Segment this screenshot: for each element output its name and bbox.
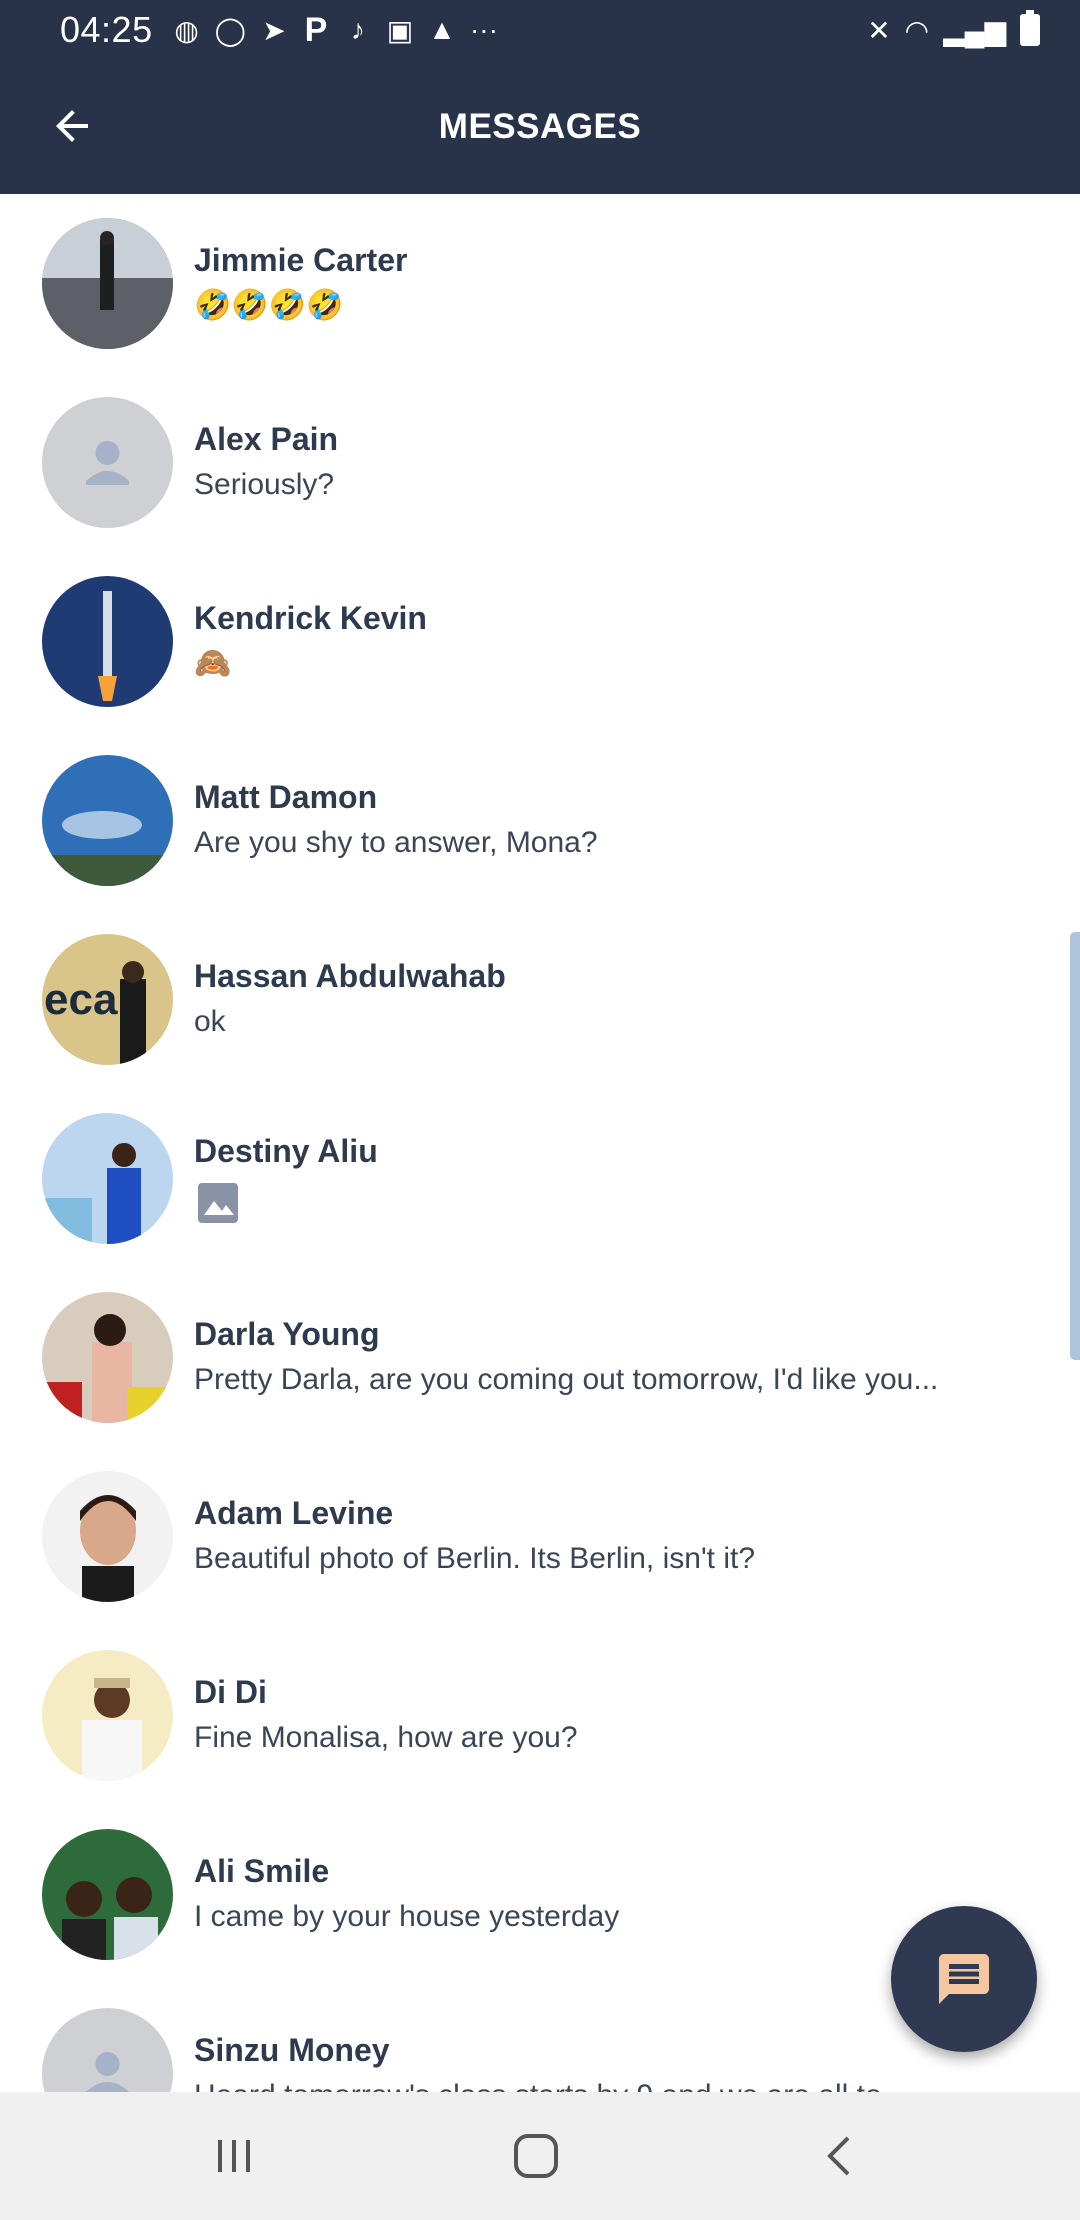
message-preview: Heard tomorrow's class starts by 9 and w… xyxy=(194,2074,1000,2093)
avatar xyxy=(42,1292,173,1423)
chat-icon xyxy=(939,1954,989,2004)
page-title: MESSAGES xyxy=(438,107,642,146)
more-notifications: ··· xyxy=(469,14,498,45)
contact-name: Darla Young xyxy=(194,1315,380,1352)
contact-name: Di Di xyxy=(194,1673,267,1710)
back-button[interactable] xyxy=(36,90,108,162)
conversation-item[interactable]: Destiny Aliu xyxy=(0,1089,1080,1268)
avatar xyxy=(42,1650,173,1781)
signal-icon: ▂▄▆ xyxy=(943,14,1006,46)
notification-icons: ◍ ◯ ➤ P ♪ ▣ ▲ ··· xyxy=(173,11,498,50)
recent-apps-icon xyxy=(218,2140,250,2172)
conversation-item[interactable]: eca Hassan Abdulwahab ok xyxy=(0,910,1080,1089)
avatar xyxy=(42,1471,173,1602)
avatar xyxy=(42,2008,173,2092)
scrollbar-thumb[interactable] xyxy=(1070,932,1080,1360)
status-bar: 04:25 ◍ ◯ ➤ P ♪ ▣ ▲ ··· ✕ ◠ ▂▄▆ xyxy=(0,0,1080,60)
message-preview: 🙈 xyxy=(194,646,232,680)
app-bar: MESSAGES xyxy=(0,60,1080,194)
avatar xyxy=(42,755,173,886)
message-preview: Are you shy to answer, Mona? xyxy=(194,825,598,859)
avatar xyxy=(42,1113,173,1244)
new-message-button[interactable] xyxy=(891,1906,1037,2052)
contact-name: Matt Damon xyxy=(194,778,378,815)
contact-name: Destiny Aliu xyxy=(194,1132,378,1169)
arrow-left-icon xyxy=(56,110,88,142)
avatar xyxy=(42,397,173,528)
home-button[interactable] xyxy=(496,2116,576,2196)
message-preview: Pretty Darla, are you coming out tomorro… xyxy=(194,1362,939,1396)
tiktok-icon: ♪ xyxy=(350,14,365,45)
contact-name: Sinzu Money xyxy=(194,2031,390,2068)
message-preview: I came by your house yesterday xyxy=(194,1899,620,1933)
contact-name: Alex Pain xyxy=(194,420,339,457)
conversation-item[interactable]: Darla Young Pretty Darla, are you coming… xyxy=(0,1268,1080,1447)
telegram-icon: ➤ xyxy=(262,14,286,46)
mute-icon: ✕ xyxy=(867,14,891,46)
wifi-icon: ◠ xyxy=(904,14,930,46)
conversation-list[interactable]: Jimmie Carter 🤣🤣🤣🤣 Alex Pain Seriously? xyxy=(0,194,1080,2092)
conversation-item[interactable]: Jimmie Carter 🤣🤣🤣🤣 xyxy=(0,194,1080,373)
p-app-icon: P xyxy=(304,10,328,49)
battery-icon xyxy=(1020,10,1040,46)
contact-name: Hassan Abdulwahab xyxy=(194,957,506,994)
warning-icon: ▲ xyxy=(428,14,456,45)
message-preview: Seriously? xyxy=(194,467,335,501)
home-icon xyxy=(514,2134,558,2178)
conversation-item[interactable]: Adam Levine Beautiful photo of Berlin. I… xyxy=(0,1447,1080,1626)
message-preview: Beautiful photo of Berlin. Its Berlin, i… xyxy=(194,1541,756,1575)
image-attachment-icon xyxy=(194,1179,242,1227)
message-preview: Fine Monalisa, how are you? xyxy=(194,1720,578,1754)
whatsapp-icon: ◯ xyxy=(214,14,246,46)
message-preview: ok xyxy=(194,1004,226,1038)
contact-name: Jimmie Carter xyxy=(194,241,408,278)
contact-name: Kendrick Kevin xyxy=(194,599,427,636)
system-status: ✕ ◠ ▂▄▆ xyxy=(867,10,1040,47)
conversation-item[interactable]: Matt Damon Are you shy to answer, Mona? xyxy=(0,731,1080,910)
back-nav-button[interactable] xyxy=(800,2116,880,2196)
contact-name: Ali Smile xyxy=(194,1852,330,1889)
teams-icon: ▣ xyxy=(386,14,414,46)
avatar xyxy=(42,576,173,707)
avatar: eca xyxy=(42,934,173,1065)
conversation-item[interactable]: Kendrick Kevin 🙈 xyxy=(0,552,1080,731)
message-preview: 🤣🤣🤣🤣 xyxy=(194,288,344,322)
conversation-item[interactable]: Di Di Fine Monalisa, how are you? xyxy=(0,1626,1080,1805)
status-time: 04:25 xyxy=(60,9,153,50)
svg-text:eca: eca xyxy=(44,975,118,1024)
contact-name: Adam Levine xyxy=(194,1494,394,1531)
system-navigation-bar xyxy=(0,2092,1080,2220)
conversation-item[interactable]: Alex Pain Seriously? xyxy=(0,373,1080,552)
avatar xyxy=(42,218,173,349)
messenger-icon: ◍ xyxy=(174,14,199,46)
avatar xyxy=(42,1829,173,1960)
chevron-left-icon xyxy=(827,2136,850,2176)
recent-apps-button[interactable] xyxy=(194,2116,274,2196)
